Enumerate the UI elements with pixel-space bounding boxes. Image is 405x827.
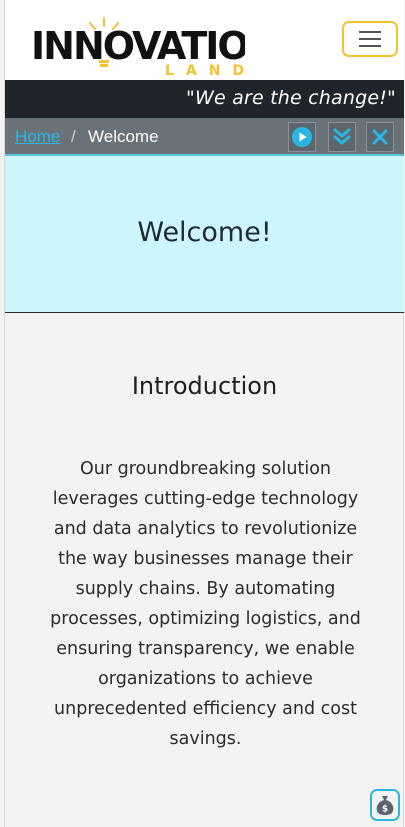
expand-button[interactable]	[328, 122, 356, 152]
svg-text:$: $	[382, 805, 388, 815]
welcome-hero: Welcome!	[5, 156, 404, 313]
logo-graphic: INNOVATION LAND	[31, 17, 279, 79]
double-chevron-down-icon	[333, 128, 351, 145]
introduction-body: Our groundbreaking solution leverages cu…	[50, 459, 361, 749]
close-button[interactable]	[366, 122, 394, 152]
top-navbar: INNOVATION LAND	[5, 0, 404, 80]
play-button[interactable]	[288, 122, 316, 152]
floating-money-button[interactable]: $	[370, 789, 400, 821]
money-bag-icon: $	[376, 796, 394, 815]
logo-subword: LAND	[165, 63, 245, 76]
breadcrumb-current: Welcome	[88, 127, 159, 146]
innovation-land-logo[interactable]: INNOVATION LAND	[31, 14, 279, 79]
tagline-text: "We are the change!"	[186, 87, 396, 109]
breadcrumb: Home / Welcome	[5, 118, 404, 156]
introduction-heading: Introduction	[131, 372, 278, 400]
tagline-bar: "We are the change!"	[5, 80, 404, 118]
menu-toggle-button[interactable]	[342, 21, 398, 57]
logo-wordmark: INNOVATION	[31, 24, 245, 68]
hamburger-icon	[359, 31, 381, 47]
close-icon	[372, 129, 388, 145]
breadcrumb-home-link[interactable]: Home	[15, 127, 60, 147]
hero-title: Welcome!	[137, 217, 272, 248]
play-icon	[292, 127, 312, 147]
breadcrumb-separator: /	[71, 127, 76, 146]
